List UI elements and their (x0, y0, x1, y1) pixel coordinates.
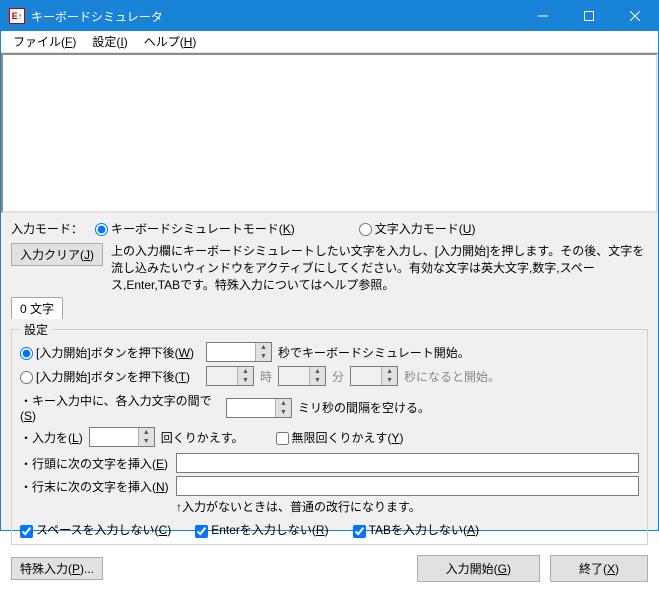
menu-settings[interactable]: 設定(I) (84, 31, 135, 52)
repeat-infinite-check[interactable]: 無限回くりかえす(Y) (276, 429, 404, 446)
delay-sec-radio[interactable]: [入力開始]ボタンを押下後(W) (20, 344, 200, 361)
start-button[interactable]: 入力開始(G) (417, 555, 540, 582)
hour-label: 時 (260, 368, 272, 385)
exit-button[interactable]: 終了(X) (550, 555, 648, 582)
repeat-label: ・入力を(L) (20, 429, 83, 446)
mode-char-radio[interactable]: 文字入力モード(U) (359, 220, 476, 237)
main-input[interactable] (1, 53, 658, 213)
spin-up-icon[interactable]: ▲ (256, 343, 271, 352)
menubar: ファイル(F) 設定(I) ヘルプ(H) (1, 31, 658, 53)
mode-label: 入力モード： (11, 220, 83, 237)
insert-note: ↑入力がないときは、普通の改行になります。 (176, 498, 421, 515)
delay-sec-suffix: 秒でキーボードシミュレート開始。 (278, 344, 470, 361)
app-window: E↑ キーボードシミュレータ ファイル(F) 設定(I) ヘルプ(H) 入力モー… (0, 0, 659, 531)
mode-sim-radio[interactable]: キーボードシミュレートモード(K) (95, 220, 295, 237)
menu-file[interactable]: ファイル(F) (5, 31, 84, 52)
delay-time-radio[interactable]: [入力開始]ボタンを押下後(T) (20, 368, 200, 385)
suffix-label: ・行末に次の文字を挿入(N) (20, 478, 170, 495)
clear-button[interactable]: 入力クリア(J) (11, 243, 103, 266)
prefix-input[interactable] (176, 453, 639, 473)
interval-input[interactable]: 20▲▼ (226, 398, 292, 418)
minimize-button[interactable] (520, 1, 566, 31)
sec2-input[interactable]: 0▲▼ (350, 366, 398, 386)
delay-sec-input[interactable]: 5▲▼ (206, 342, 272, 362)
repeat-suffix: 回くりかえす。 (161, 429, 244, 446)
interval-label: ・キー入力中に、各入力文字の間で(S) (20, 392, 220, 423)
app-icon: E↑ (9, 8, 25, 24)
menu-help[interactable]: ヘルプ(H) (136, 31, 205, 52)
interval-suffix: ミリ秒の間隔を空ける。 (298, 399, 430, 416)
prefix-label: ・行頭に次の文字を挿入(E) (20, 455, 170, 472)
min-label: 分 (332, 368, 344, 385)
hour-input[interactable]: 0▲▼ (206, 366, 254, 386)
settings-group: 設定 [入力開始]ボタンを押下後(W) 5▲▼ 秒でキーボードシミュレート開始。… (11, 321, 648, 545)
delay-time-suffix: 秒になると開始。 (404, 368, 500, 385)
suffix-input[interactable] (176, 476, 639, 496)
spin-down-icon[interactable]: ▼ (256, 352, 271, 361)
settings-title: 設定 (20, 321, 52, 338)
close-button[interactable] (612, 1, 658, 31)
titlebar: E↑ キーボードシミュレータ (1, 1, 658, 31)
min-input[interactable]: 0▲▼ (278, 366, 326, 386)
no-enter-check[interactable]: Enterを入力しない(R) (195, 521, 328, 538)
window-title: キーボードシミュレータ (31, 8, 520, 25)
tab-charcount[interactable]: 0 文字 (11, 297, 63, 319)
no-tab-check[interactable]: TABを入力しない(A) (353, 521, 479, 538)
no-space-check[interactable]: スペースを入力しない(C) (20, 521, 171, 538)
footer: 特殊入力(P)... 入力開始(G) 終了(X) (1, 551, 658, 590)
hint-text: 上の入力欄にキーボードシミュレートしたい文字を入力し、[入力開始]を押します。そ… (111, 243, 648, 293)
repeat-input[interactable]: 5▲▼ (89, 427, 155, 447)
input-area-wrap (1, 53, 658, 216)
special-input-button[interactable]: 特殊入力(P)... (11, 557, 103, 580)
maximize-button[interactable] (566, 1, 612, 31)
